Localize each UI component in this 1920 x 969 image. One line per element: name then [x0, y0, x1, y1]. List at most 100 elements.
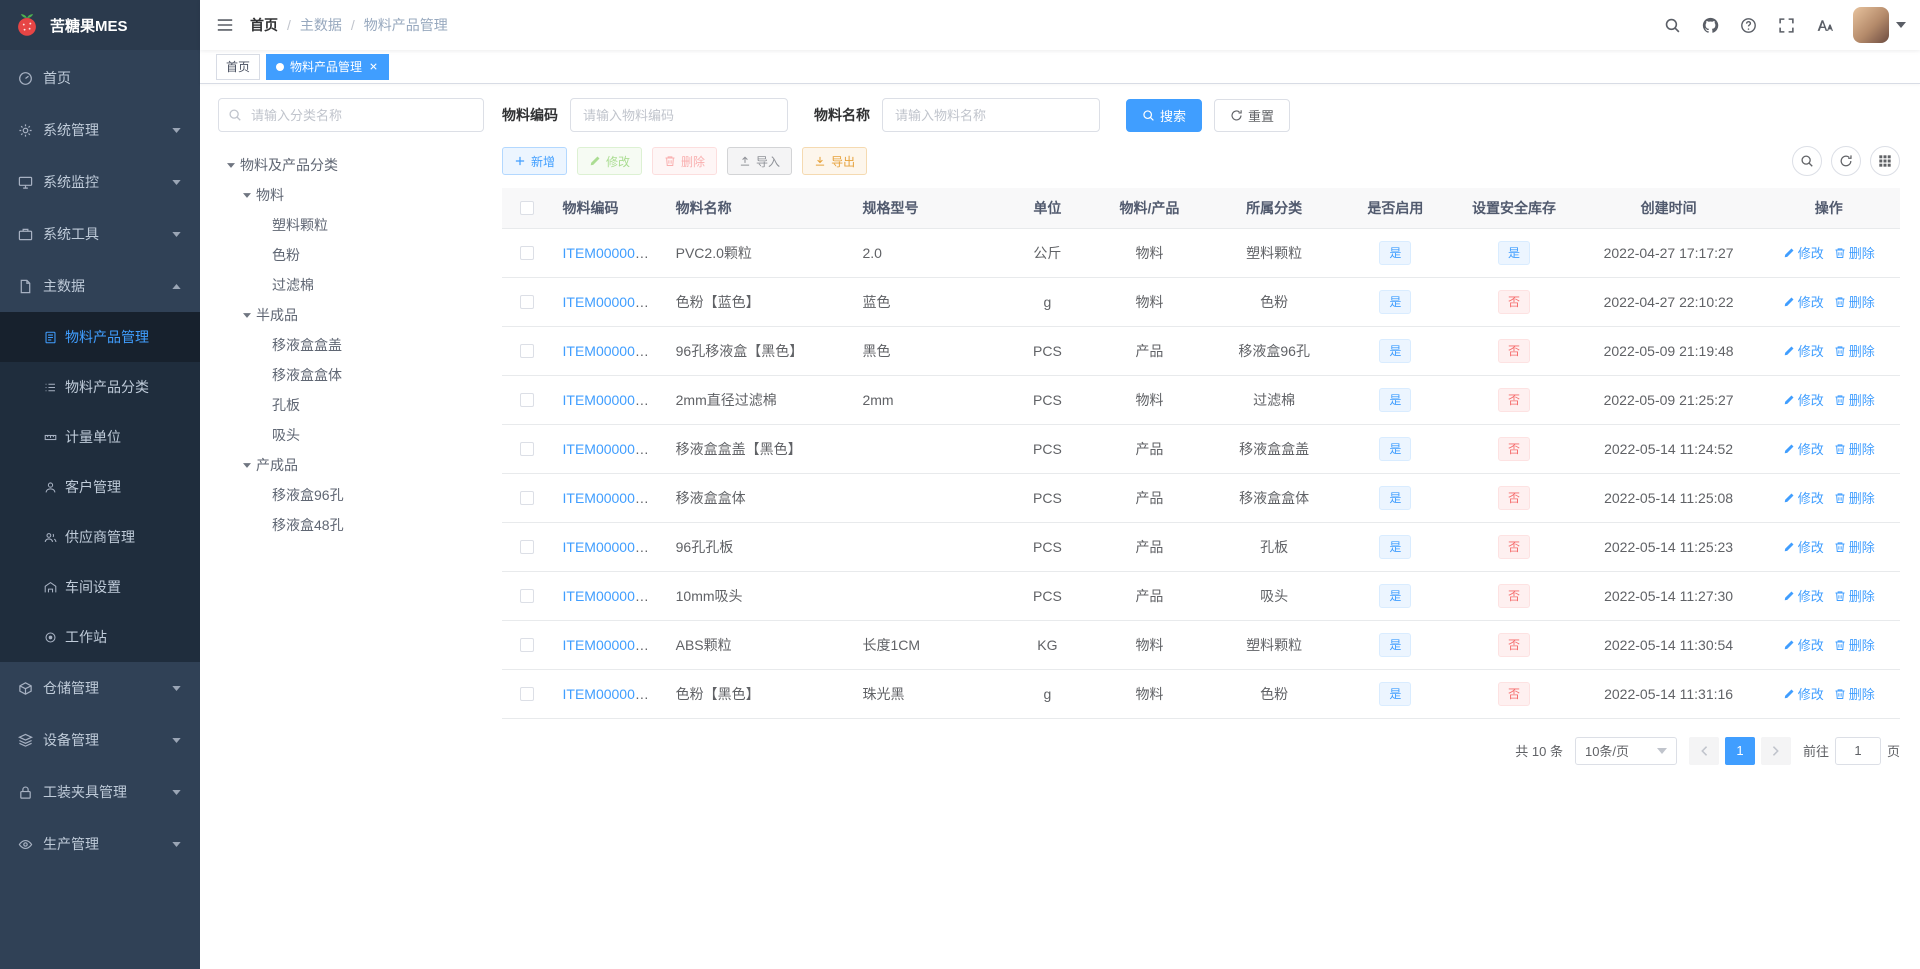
edit-row-button[interactable]: 修改: [1783, 537, 1824, 556]
tree-node[interactable]: 色粉: [218, 240, 484, 270]
edit-row-button[interactable]: 修改: [1783, 586, 1824, 605]
user-menu[interactable]: [1853, 7, 1906, 43]
material-code-link[interactable]: ITEM00000053: [563, 539, 659, 555]
goto-page-input[interactable]: [1834, 736, 1881, 765]
edit-row-button[interactable]: 修改: [1783, 341, 1824, 360]
material-code-link[interactable]: ITEM00000051: [563, 441, 659, 457]
tab-home[interactable]: 首页: [216, 53, 261, 80]
delete-row-button[interactable]: 删除: [1834, 488, 1875, 507]
delete-row-button[interactable]: 删除: [1834, 341, 1875, 360]
delete-row-button[interactable]: 删除: [1834, 243, 1875, 262]
sidebar-item-system-admin[interactable]: 系统管理: [0, 104, 200, 156]
edit-row-button[interactable]: 修改: [1783, 292, 1824, 311]
row-checkbox[interactable]: [520, 294, 535, 309]
tree-node[interactable]: 吸头: [218, 420, 484, 450]
tree-node[interactable]: 物料及产品分类: [218, 150, 484, 180]
next-page-button[interactable]: [1760, 736, 1791, 765]
sidebar-item-warehouse-management[interactable]: 仓储管理: [0, 662, 200, 714]
tree-expand-caret-icon[interactable]: [238, 186, 256, 204]
prev-page-button[interactable]: [1688, 736, 1719, 765]
tree-expand-caret-icon[interactable]: [238, 456, 256, 474]
user-avatar[interactable]: [1853, 7, 1889, 43]
sidebar-item-equipment-management[interactable]: 设备管理: [0, 714, 200, 766]
sidebar-item-workshop-settings[interactable]: 车间设置: [0, 562, 200, 612]
material-code-link[interactable]: ITEM00000049: [563, 392, 659, 408]
edit-row-button[interactable]: 修改: [1783, 684, 1824, 703]
sidebar-item-fixture-management[interactable]: 工装夹具管理: [0, 766, 200, 818]
material-code-link[interactable]: ITEM00000041: [563, 294, 659, 310]
app-logo[interactable]: 苦糖果MES: [0, 0, 200, 50]
edit-row-button[interactable]: 修改: [1783, 439, 1824, 458]
tree-node[interactable]: 塑料颗粒: [218, 210, 484, 240]
category-search-input[interactable]: [218, 98, 484, 132]
delete-row-button[interactable]: 删除: [1834, 537, 1875, 556]
tree-node[interactable]: 移液盒96孔: [218, 480, 484, 510]
tab-close-icon[interactable]: [368, 61, 379, 72]
sidebar-item-home[interactable]: 首页: [0, 52, 200, 104]
material-code-link[interactable]: ITEM00000046: [563, 343, 659, 359]
sidebar-item-customer-management[interactable]: 客户管理: [0, 462, 200, 512]
row-checkbox[interactable]: [520, 245, 535, 260]
tree-expand-caret-icon[interactable]: [222, 156, 240, 174]
delete-row-button[interactable]: 删除: [1834, 439, 1875, 458]
tree-node[interactable]: 移液盒盒体: [218, 360, 484, 390]
sidebar-item-production-management[interactable]: 生产管理: [0, 818, 200, 870]
export-button[interactable]: 导出: [802, 147, 868, 175]
sidebar-item-system-monitor[interactable]: 系统监控: [0, 156, 200, 208]
tree-node[interactable]: 移液盒48孔: [218, 510, 484, 540]
sidebar-item-workstation[interactable]: 工作站: [0, 612, 200, 662]
sidebar-item-material-product-management[interactable]: 物料产品管理: [0, 312, 200, 362]
delete-row-button[interactable]: 删除: [1834, 635, 1875, 654]
page-1-button[interactable]: 1: [1724, 736, 1755, 765]
row-checkbox[interactable]: [520, 539, 535, 554]
delete-button[interactable]: 删除: [652, 147, 718, 175]
material-code-link[interactable]: ITEM00000055: [563, 637, 659, 653]
import-button[interactable]: 导入: [727, 147, 793, 175]
material-code-link[interactable]: ITEM00000052: [563, 490, 659, 506]
tree-node[interactable]: 移液盒盒盖: [218, 330, 484, 360]
edit-row-button[interactable]: 修改: [1783, 390, 1824, 409]
navbar-help-button[interactable]: [1729, 0, 1767, 50]
delete-row-button[interactable]: 删除: [1834, 684, 1875, 703]
sidebar-item-supplier-management[interactable]: 供应商管理: [0, 512, 200, 562]
toggle-search-button[interactable]: [1792, 146, 1822, 176]
tree-node[interactable]: 产成品: [218, 450, 484, 480]
navbar-search-button[interactable]: [1653, 0, 1691, 50]
row-checkbox[interactable]: [520, 588, 535, 603]
material-code-link[interactable]: ITEM00000056: [563, 686, 659, 702]
material-code-input[interactable]: [570, 98, 788, 132]
sidebar-item-master-data[interactable]: 主数据: [0, 260, 200, 312]
refresh-button[interactable]: [1831, 146, 1861, 176]
delete-row-button[interactable]: 删除: [1834, 390, 1875, 409]
material-code-link[interactable]: ITEM00000037: [563, 245, 659, 261]
tree-node[interactable]: 半成品: [218, 300, 484, 330]
add-button[interactable]: 新增: [502, 147, 568, 175]
material-code-link[interactable]: ITEM00000054: [563, 588, 659, 604]
delete-row-button[interactable]: 删除: [1834, 292, 1875, 311]
delete-row-button[interactable]: 删除: [1834, 586, 1875, 605]
tab-material-product-management[interactable]: 物料产品管理: [266, 53, 390, 80]
sidebar-item-measure-unit[interactable]: 计量单位: [0, 412, 200, 462]
row-checkbox[interactable]: [520, 490, 535, 505]
tree-node[interactable]: 孔板: [218, 390, 484, 420]
tree-node[interactable]: 物料: [218, 180, 484, 210]
page-size-select[interactable]: 10条/页: [1574, 736, 1677, 765]
search-button[interactable]: 搜索: [1126, 98, 1203, 132]
navbar-fullscreen-button[interactable]: [1767, 0, 1805, 50]
edit-row-button[interactable]: 修改: [1783, 488, 1824, 507]
navbar-font-size-button[interactable]: [1805, 0, 1843, 50]
row-checkbox[interactable]: [520, 343, 535, 358]
sidebar-item-material-product-category[interactable]: 物料产品分类: [0, 362, 200, 412]
reset-button[interactable]: 重置: [1214, 98, 1291, 132]
row-checkbox[interactable]: [520, 637, 535, 652]
select-all-checkbox[interactable]: [520, 200, 535, 215]
sidebar-item-system-tools[interactable]: 系统工具: [0, 208, 200, 260]
column-settings-button[interactable]: [1870, 146, 1900, 176]
sidebar-toggle-hamburger-icon[interactable]: [216, 16, 234, 34]
row-checkbox[interactable]: [520, 392, 535, 407]
edit-row-button[interactable]: 修改: [1783, 243, 1824, 262]
edit-row-button[interactable]: 修改: [1783, 635, 1824, 654]
navbar-github-button[interactable]: [1691, 0, 1729, 50]
breadcrumb-item-home[interactable]: 首页: [250, 15, 278, 35]
tree-expand-caret-icon[interactable]: [238, 306, 256, 324]
